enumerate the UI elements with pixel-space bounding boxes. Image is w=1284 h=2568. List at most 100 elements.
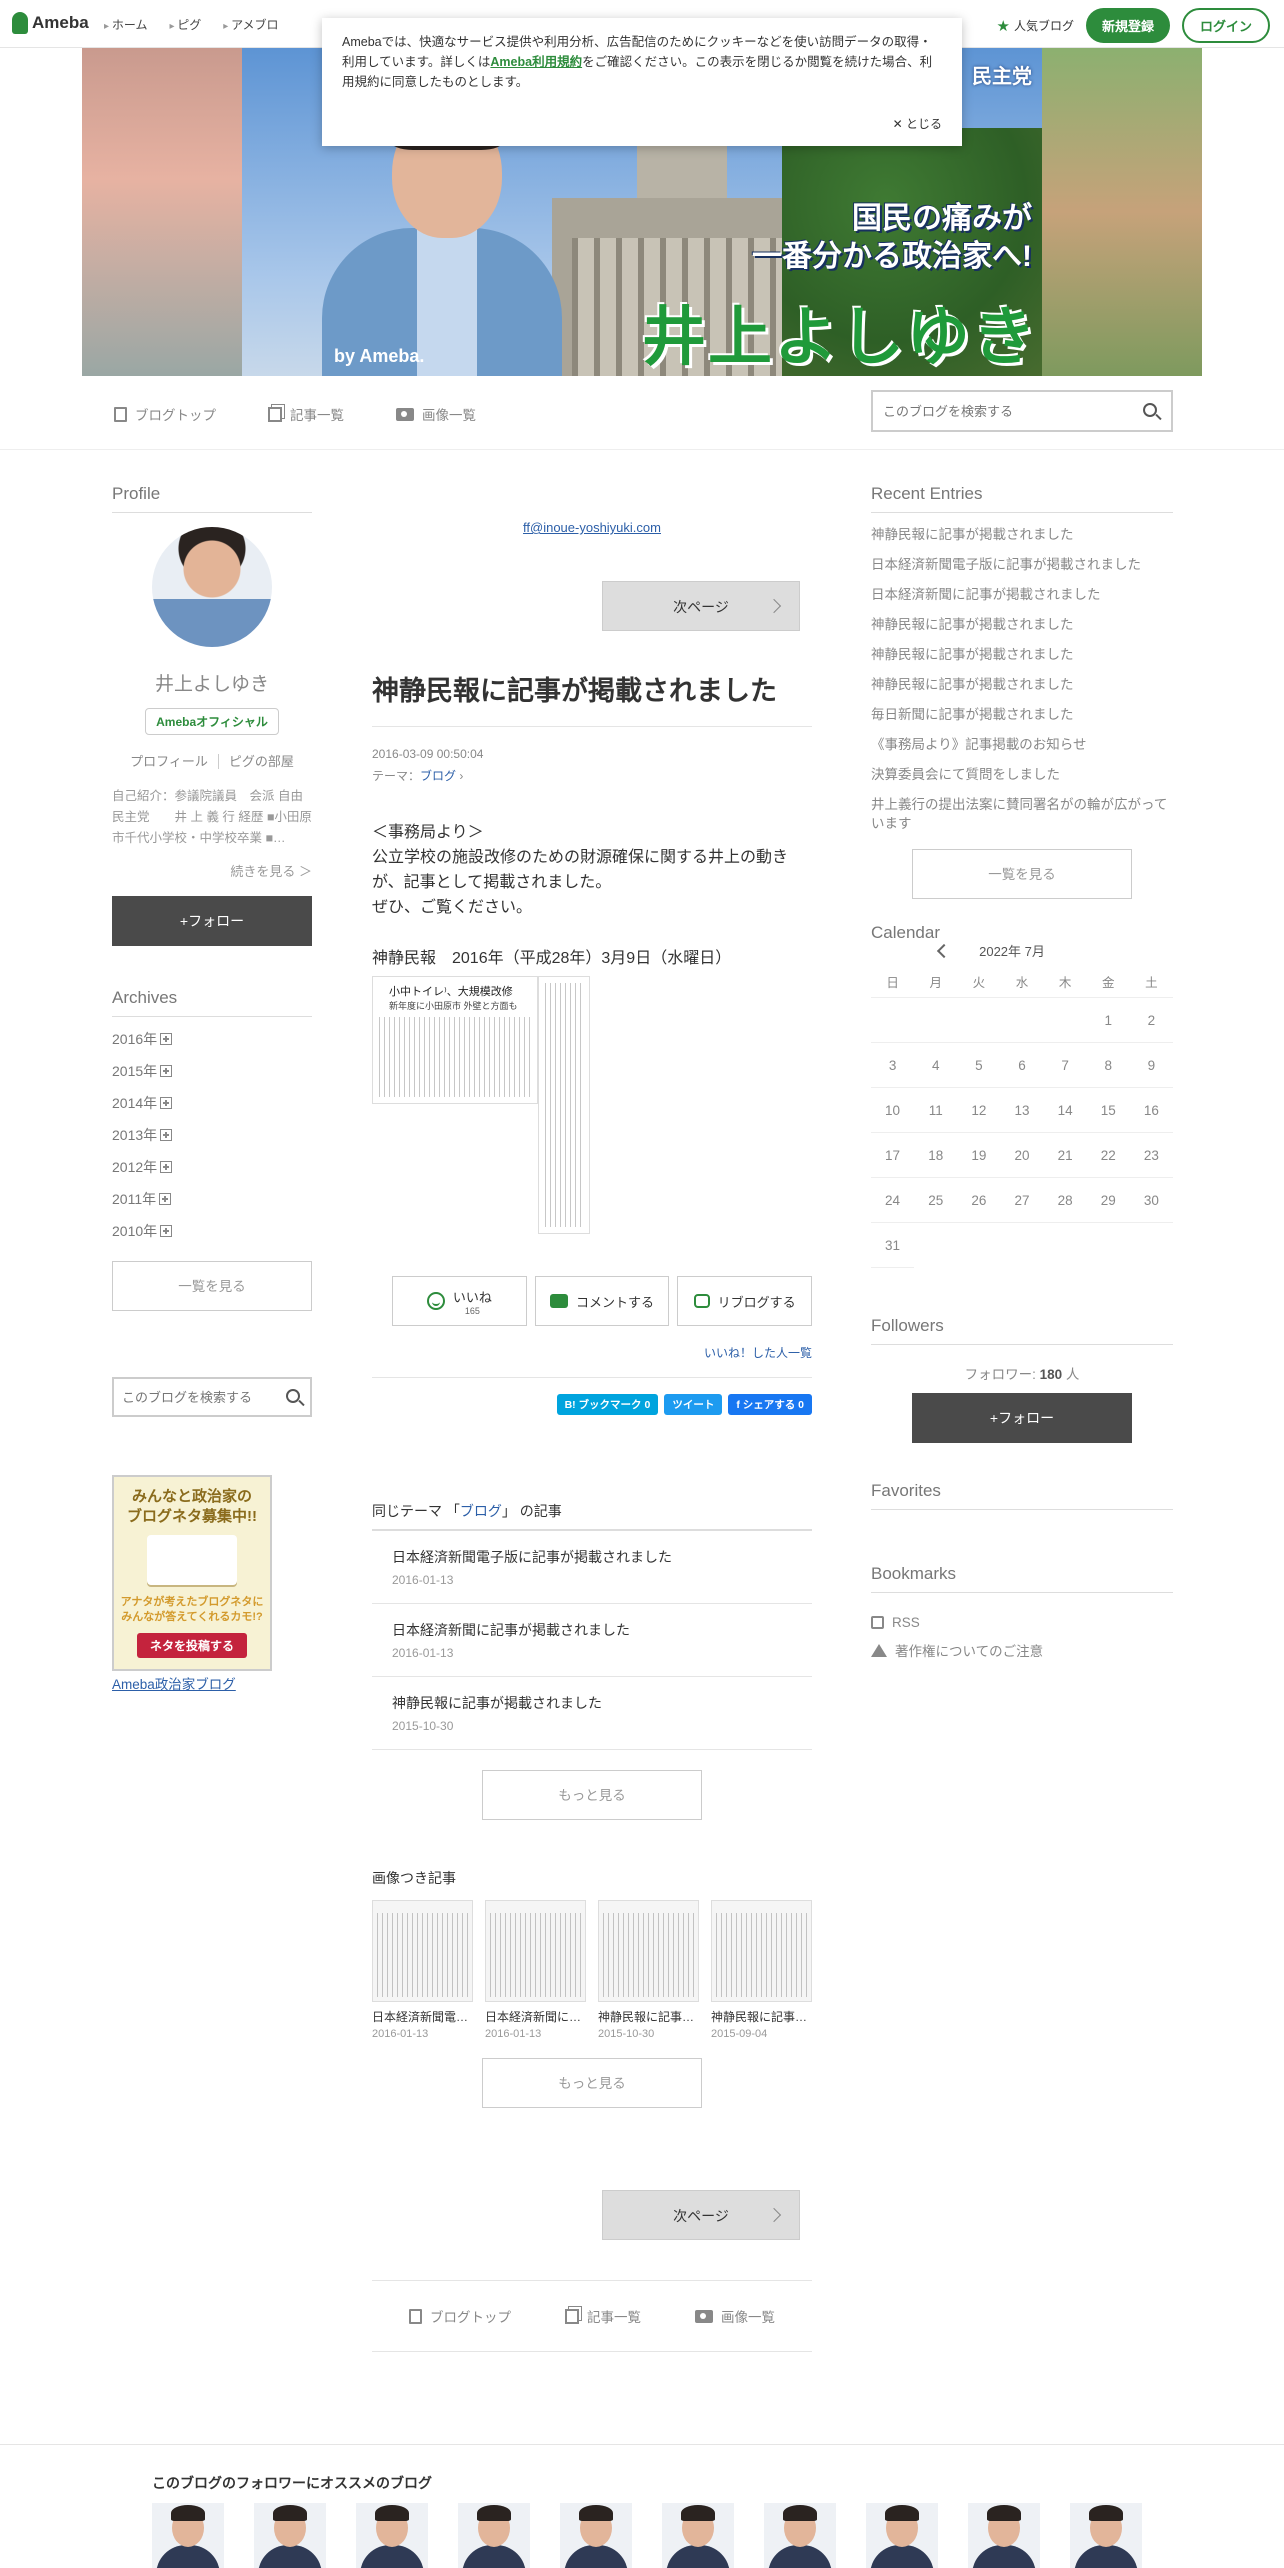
recent-entry-link[interactable]: 《事務局より》記事掲載のお知らせ <box>871 735 1173 754</box>
calendar-day[interactable]: 11 <box>914 1088 958 1133</box>
follow-button[interactable]: +フォロー <box>112 896 312 946</box>
nav-ameblo[interactable]: アメブロ <box>223 16 278 33</box>
same-theme-item[interactable]: 日本経済新聞電子版に記事が掲載されました 2016-01-13 <box>372 1531 812 1604</box>
promo-cta[interactable]: ネタを投稿する <box>137 1633 247 1658</box>
recommended-blog-avatar[interactable] <box>764 2503 836 2568</box>
pigg-room-link[interactable]: ピグの部屋 <box>221 754 302 769</box>
hatena-bookmark-button[interactable]: B! ブックマーク 0 <box>556 1394 659 1415</box>
recent-see-all-button[interactable]: 一覧を見る <box>912 849 1132 899</box>
calendar-day[interactable]: 27 <box>1000 1178 1044 1223</box>
calendar-day[interactable]: 24 <box>871 1178 915 1223</box>
image-entry[interactable]: 日本経済新聞に… 2016-01-13 <box>485 1900 586 2040</box>
recommended-blog-avatar[interactable] <box>458 2503 530 2568</box>
recent-entry-link[interactable]: 神静民報に記事が掲載されました <box>871 645 1173 664</box>
calendar-day[interactable]: 13 <box>1000 1088 1044 1133</box>
recent-entry-link[interactable]: 神静民報に記事が掲載されました <box>871 615 1173 634</box>
image-entry[interactable]: 神静民報に記事… 2015-09-04 <box>711 1900 812 2040</box>
image-entry-title[interactable]: 日本経済新聞に… <box>485 2008 586 2025</box>
image-entry-thumbnail[interactable] <box>485 1900 586 2002</box>
image-entry-title[interactable]: 神静民報に記事… <box>711 2008 812 2025</box>
recommended-blog-avatar[interactable] <box>968 2503 1040 2568</box>
expand-plus-icon[interactable] <box>160 1161 173 1173</box>
recent-entry-link[interactable]: 日本経済新聞に記事が掲載されました <box>871 585 1173 604</box>
calendar-day[interactable]: 31 <box>871 1223 915 1268</box>
calendar-day[interactable]: 29 <box>1086 1178 1130 1223</box>
calendar-day[interactable]: 26 <box>957 1178 1001 1223</box>
tweet-button[interactable]: ツイート <box>664 1394 723 1415</box>
calendar-day[interactable]: 18 <box>914 1133 958 1178</box>
recent-entry-link[interactable]: 毎日新聞に記事が掲載されました <box>871 705 1173 724</box>
calendar-day[interactable]: 25 <box>914 1178 958 1223</box>
archive-item[interactable]: 2011年 <box>112 1189 312 1209</box>
image-list-link[interactable]: 画像一覧 <box>695 2306 775 2326</box>
follow-button-right[interactable]: +フォロー <box>912 1393 1132 1443</box>
calendar-day[interactable]: 9 <box>1129 1043 1173 1088</box>
image-entry-title[interactable]: 神静民報に記事… <box>598 2008 699 2025</box>
recent-entry-link[interactable]: 井上義行の提出法案に賛同署名がの輪が広がっています <box>871 795 1173 833</box>
calendar-day[interactable]: 4 <box>914 1043 958 1088</box>
image-entry-thumbnail[interactable] <box>711 1900 812 2002</box>
next-page-button[interactable]: 次ページ <box>602 581 800 631</box>
image-entry[interactable]: 日本経済新聞電… 2016-01-13 <box>372 1900 473 2040</box>
recommended-blog-avatar[interactable] <box>152 2503 224 2568</box>
archive-item[interactable]: 2010年 <box>112 1221 312 1241</box>
calendar-day[interactable]: 7 <box>1043 1043 1087 1088</box>
blog-top-link[interactable]: ブログトップ <box>409 2306 511 2326</box>
expand-plus-icon[interactable] <box>160 1097 173 1109</box>
blog-search-input[interactable] <box>873 392 1113 430</box>
archive-item[interactable]: 2012年 <box>112 1157 312 1177</box>
image-entries-more-button[interactable]: もっと見る <box>482 2058 702 2108</box>
same-theme-item-title[interactable]: 神静民報に記事が掲載されました <box>392 1693 792 1713</box>
calendar-day[interactable]: 5 <box>957 1043 1001 1088</box>
image-entry-thumbnail[interactable] <box>372 1900 473 2002</box>
archive-item[interactable]: 2016年 <box>112 1029 312 1049</box>
facebook-share-button[interactable]: f シェアする 0 <box>728 1394 812 1415</box>
profile-name[interactable]: 井上よしゆき <box>112 669 312 696</box>
entry-title[interactable]: 神静民報に記事が掲載されました <box>372 669 812 727</box>
calendar-day[interactable]: 19 <box>957 1133 1001 1178</box>
rss-link[interactable]: RSS <box>871 1615 1173 1630</box>
same-theme-item-title[interactable]: 日本経済新聞電子版に記事が掲載されました <box>392 1547 792 1567</box>
expand-plus-icon[interactable] <box>160 1033 173 1045</box>
calendar-day[interactable]: 14 <box>1043 1088 1087 1133</box>
archive-item[interactable]: 2014年 <box>112 1093 312 1113</box>
expand-plus-icon[interactable] <box>159 1193 172 1205</box>
terms-link[interactable]: Ameba利用規約 <box>490 55 582 69</box>
calendar-day[interactable]: 20 <box>1000 1133 1044 1178</box>
calendar-day[interactable]: 15 <box>1086 1088 1130 1133</box>
calendar-day[interactable]: 3 <box>871 1043 915 1088</box>
image-list-link[interactable]: 画像一覧 <box>396 404 476 424</box>
recommended-blog-avatar[interactable] <box>254 2503 326 2568</box>
recommended-blog-avatar[interactable] <box>356 2503 428 2568</box>
nav-pigg[interactable]: ピグ <box>169 16 201 33</box>
like-button[interactable]: いいね 165 <box>392 1276 527 1326</box>
politician-blog-promo[interactable]: みんなと政治家の ブログネタ募集中!! アナタが考えたブログネタに みんなが答え… <box>112 1475 272 1671</box>
archives-see-all-button[interactable]: 一覧を見る <box>112 1261 312 1311</box>
profile-more-link[interactable]: 続きを見る ＞ <box>112 861 312 880</box>
calendar-day[interactable]: 23 <box>1129 1133 1173 1178</box>
reblog-button[interactable]: リブログする <box>677 1276 813 1326</box>
avatar[interactable] <box>152 527 272 647</box>
image-entry-title[interactable]: 日本経済新聞電… <box>372 2008 473 2025</box>
image-entry[interactable]: 神静民報に記事… 2015-10-30 <box>598 1900 699 2040</box>
email-link[interactable]: ff@inoue-yoshiyuki.com <box>372 520 812 535</box>
likers-list-link[interactable]: いいね！した人一覧 <box>372 1344 812 1361</box>
calendar-day[interactable]: 16 <box>1129 1088 1173 1133</box>
calendar-day[interactable]: 12 <box>957 1088 1001 1133</box>
search-icon[interactable] <box>1143 403 1157 417</box>
same-theme-item[interactable]: 神静民報に記事が掲載されました 2015-10-30 <box>372 1677 812 1750</box>
entry-list-link[interactable]: 記事一覧 <box>565 2306 641 2326</box>
same-theme-item[interactable]: 日本経済新聞に記事が掲載されました 2016-01-13 <box>372 1604 812 1677</box>
entry-theme-link[interactable]: ブログ <box>420 769 456 783</box>
login-button[interactable]: ログイン <box>1181 8 1270 43</box>
search-icon[interactable] <box>286 1389 300 1403</box>
recommended-blog-avatar[interactable] <box>1070 2503 1142 2568</box>
comment-button[interactable]: コメントする <box>534 1276 670 1326</box>
recent-entry-link[interactable]: 神静民報に記事が掲載されました <box>871 675 1173 694</box>
recent-entry-link[interactable]: 決算委員会にて質問をしました <box>871 765 1173 784</box>
popular-blog-link[interactable]: ★ 人気ブログ <box>997 17 1074 35</box>
calendar-day[interactable]: 6 <box>1000 1043 1044 1088</box>
cookie-close-button[interactable]: ✕ とじる <box>893 114 942 134</box>
recent-entry-link[interactable]: 神静民報に記事が掲載されました <box>871 525 1173 544</box>
expand-plus-icon[interactable] <box>160 1225 173 1237</box>
